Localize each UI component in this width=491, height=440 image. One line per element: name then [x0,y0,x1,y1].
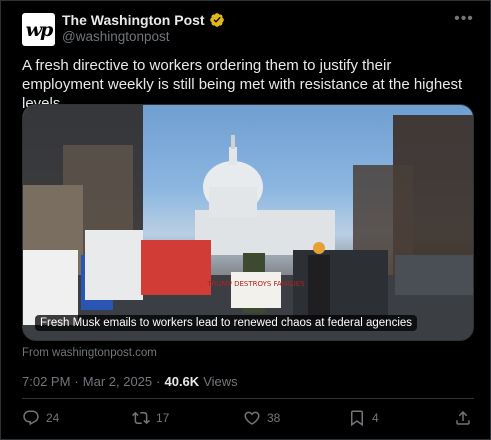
like-button[interactable]: 38 [243,409,280,427]
more-icon[interactable]: ••• [454,11,474,27]
meta-separator: · [156,374,161,389]
link-source[interactable]: From washingtonpost.com [22,347,157,359]
link-card-caption[interactable]: Fresh Musk emails to workers lead to ren… [35,315,418,331]
repost-icon [132,411,150,425]
share-button[interactable] [454,409,472,427]
avatar-logo: wp [25,18,54,41]
post-time[interactable]: 7:02 PM [22,374,70,389]
post-card[interactable]: wp The Washington Post @washingtonpost •… [0,0,491,440]
avatar[interactable]: wp [22,13,55,46]
link-card-image[interactable]: TRUMP DESTROYS FAMILIES Fresh Musk email… [22,104,474,341]
protest-sign: TRUMP DESTROYS FAMILIES [206,280,305,288]
verified-badge-icon[interactable] [209,12,225,28]
action-bar: 24 17 38 4 [22,409,474,431]
bookmark-button[interactable]: 4 [348,409,379,427]
bookmark-icon [351,410,363,427]
meta-separator: · [74,374,79,389]
post-date[interactable]: Mar 2, 2025 [83,374,152,389]
repost-count: 17 [156,411,170,425]
views-count: 40.6K [164,374,200,389]
divider [22,398,474,399]
capitol-street-photo: TRUMP DESTROYS FAMILIES [23,105,473,340]
like-count: 38 [267,411,281,425]
display-name[interactable]: The Washington Post [62,12,205,28]
name-row: The Washington Post [62,12,225,28]
reply-button[interactable]: 24 [22,409,59,427]
heart-icon [244,411,260,425]
repost-button[interactable]: 17 [132,409,169,427]
reply-count: 24 [46,411,60,425]
reply-icon [23,410,39,426]
account-handle[interactable]: @washingtonpost [62,29,170,44]
bookmark-count: 4 [372,411,379,425]
post-meta: 7:02 PM · Mar 2, 2025 · 40.6K Views [22,374,238,389]
views-label: Views [203,374,238,389]
share-icon [456,410,470,425]
